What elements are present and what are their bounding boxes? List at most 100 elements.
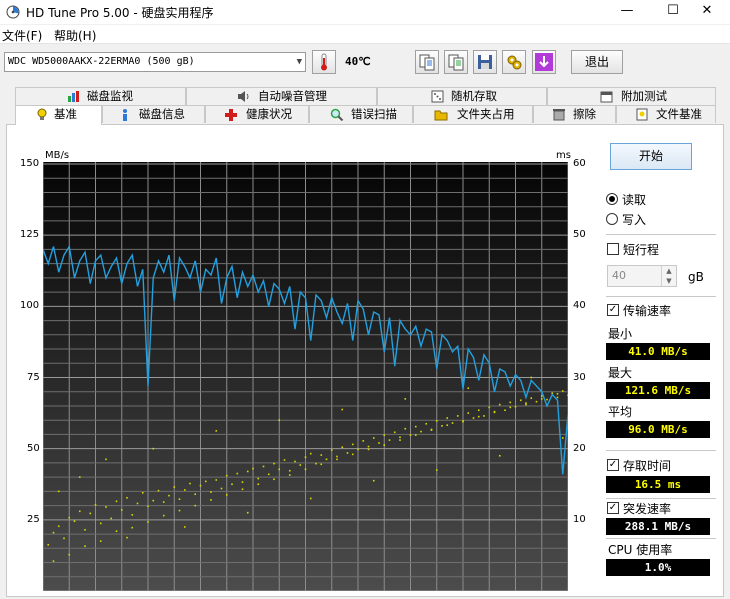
tab-benchmark[interactable]: 基准 xyxy=(15,105,102,125)
access-time-point xyxy=(89,512,92,515)
short-stroke-spinner[interactable]: 40 ▲ ▼ xyxy=(607,265,677,287)
close-button[interactable]: ✕ xyxy=(684,0,730,24)
tab-label: 基准 xyxy=(54,107,77,121)
toolbar: WDC WD5000AAKX-22ERMA0 (500 gB) ▼ 40℃ 退出 xyxy=(0,45,730,81)
access-time-point xyxy=(493,410,496,413)
separator xyxy=(606,450,716,451)
copy-all-button[interactable] xyxy=(444,50,468,74)
write-radio[interactable] xyxy=(606,213,618,225)
chart-plot xyxy=(43,162,568,591)
access-time-point xyxy=(162,501,165,503)
menu-file[interactable]: 文件(F) xyxy=(2,27,42,44)
tab-folder-usage[interactable]: 文件夹占用 xyxy=(413,105,533,123)
access-time-point xyxy=(372,437,375,439)
health-cross-icon xyxy=(225,109,237,121)
tab-label: 错误扫描 xyxy=(351,107,397,121)
access-time-point xyxy=(84,528,86,531)
separator xyxy=(606,538,716,539)
transfer-rate-label: 传输速率 xyxy=(623,304,672,318)
read-label: 读取 xyxy=(622,193,647,207)
access-time-point xyxy=(514,405,517,408)
info-icon xyxy=(123,109,127,121)
access-time-checkbox[interactable]: ✓ xyxy=(607,459,619,471)
access-time-point xyxy=(509,406,512,409)
write-label: 写入 xyxy=(622,213,647,227)
access-time-point xyxy=(157,489,160,492)
spin-up-icon[interactable]: ▲ xyxy=(661,266,676,276)
tab-erase[interactable]: 擦除 xyxy=(533,105,616,123)
access-time-point xyxy=(530,397,533,399)
trash-icon xyxy=(553,109,565,121)
access-time-point xyxy=(115,500,118,503)
access-time-point xyxy=(278,468,281,471)
access-time-point xyxy=(304,456,307,459)
access-time-point xyxy=(446,424,449,426)
access-time-point xyxy=(309,452,312,455)
access-time-point xyxy=(383,444,386,446)
right-tick-label: 30 xyxy=(573,371,586,383)
transfer-rate-checkbox[interactable]: ✓ xyxy=(607,304,619,316)
access-time-point xyxy=(472,417,475,419)
menu-help[interactable]: 帮助(H) xyxy=(54,27,96,44)
access-time-point xyxy=(546,398,548,401)
access-time-point xyxy=(147,505,149,508)
access-time-point xyxy=(178,509,181,512)
burst-rate-checkbox[interactable]: ✓ xyxy=(607,502,619,514)
left-axis-unit: MB/s xyxy=(45,150,70,161)
tab-random-access[interactable]: 随机存取 xyxy=(377,87,547,105)
access-time-point xyxy=(341,408,344,411)
access-time-point xyxy=(414,434,417,436)
access-time-point xyxy=(504,409,506,412)
tab-health[interactable]: 健康状况 xyxy=(205,105,309,123)
access-time-point xyxy=(73,520,76,523)
short-stroke-checkbox[interactable] xyxy=(607,243,619,255)
access-time-point xyxy=(147,521,149,523)
tab-label: 文件基准 xyxy=(656,107,702,121)
options-button[interactable] xyxy=(502,50,526,74)
drive-select-value: WDC WD5000AAKX-22ERMA0 (500 gB) xyxy=(8,56,195,67)
access-time-readout: 16.5 ms xyxy=(606,476,710,493)
access-time-point xyxy=(141,491,144,494)
thermometer-icon xyxy=(321,53,327,71)
max-readout: 121.6 MB/s xyxy=(606,382,710,399)
tab-disk-info[interactable]: 磁盘信息 xyxy=(102,105,205,123)
access-time-point xyxy=(57,525,60,528)
exit-button[interactable]: 退出 xyxy=(571,50,623,74)
access-time-point xyxy=(315,462,317,465)
access-time-point xyxy=(178,498,181,500)
access-time-point xyxy=(540,398,543,400)
access-time-point xyxy=(561,390,564,392)
spin-down-icon[interactable]: ▼ xyxy=(661,276,676,286)
bar-chart-icon xyxy=(68,91,79,102)
access-time-point xyxy=(252,467,254,470)
access-time-point xyxy=(477,409,480,412)
access-time-point xyxy=(362,440,365,442)
tab-disk-monitor[interactable]: 磁盘监视 xyxy=(15,87,186,105)
drive-select[interactable]: WDC WD5000AAKX-22ERMA0 (500 gB) ▼ xyxy=(4,52,306,72)
minimize-button[interactable]: — xyxy=(604,0,650,24)
access-time-point xyxy=(535,400,538,403)
access-time-point xyxy=(556,396,559,399)
access-time-point xyxy=(204,480,207,483)
tab-extra-tests[interactable]: 附加测试 xyxy=(547,87,716,105)
download-button[interactable] xyxy=(532,50,556,74)
start-button[interactable]: 开始 xyxy=(610,143,692,170)
tab-error-scan[interactable]: 错误扫描 xyxy=(309,105,413,123)
access-time-point xyxy=(372,479,375,482)
access-time-point xyxy=(462,420,464,422)
access-time-point xyxy=(210,499,212,501)
left-tick-label: 25 xyxy=(27,513,40,525)
save-button[interactable] xyxy=(473,50,497,74)
access-time-point xyxy=(231,483,233,486)
read-radio[interactable] xyxy=(606,193,618,205)
menu-bar: 文件(F) 帮助(H) xyxy=(0,25,730,44)
right-axis-unit: ms xyxy=(556,150,571,161)
copy-info-button[interactable] xyxy=(415,50,439,74)
access-time-point xyxy=(378,442,380,444)
temperature-button[interactable] xyxy=(312,50,336,74)
tab-noise-management[interactable]: 自动噪音管理 xyxy=(186,87,377,105)
copy-all-icon xyxy=(448,54,464,71)
access-time-point xyxy=(556,393,559,395)
access-time-point xyxy=(393,431,396,434)
tab-file-benchmark[interactable]: 文件基准 xyxy=(616,105,716,123)
